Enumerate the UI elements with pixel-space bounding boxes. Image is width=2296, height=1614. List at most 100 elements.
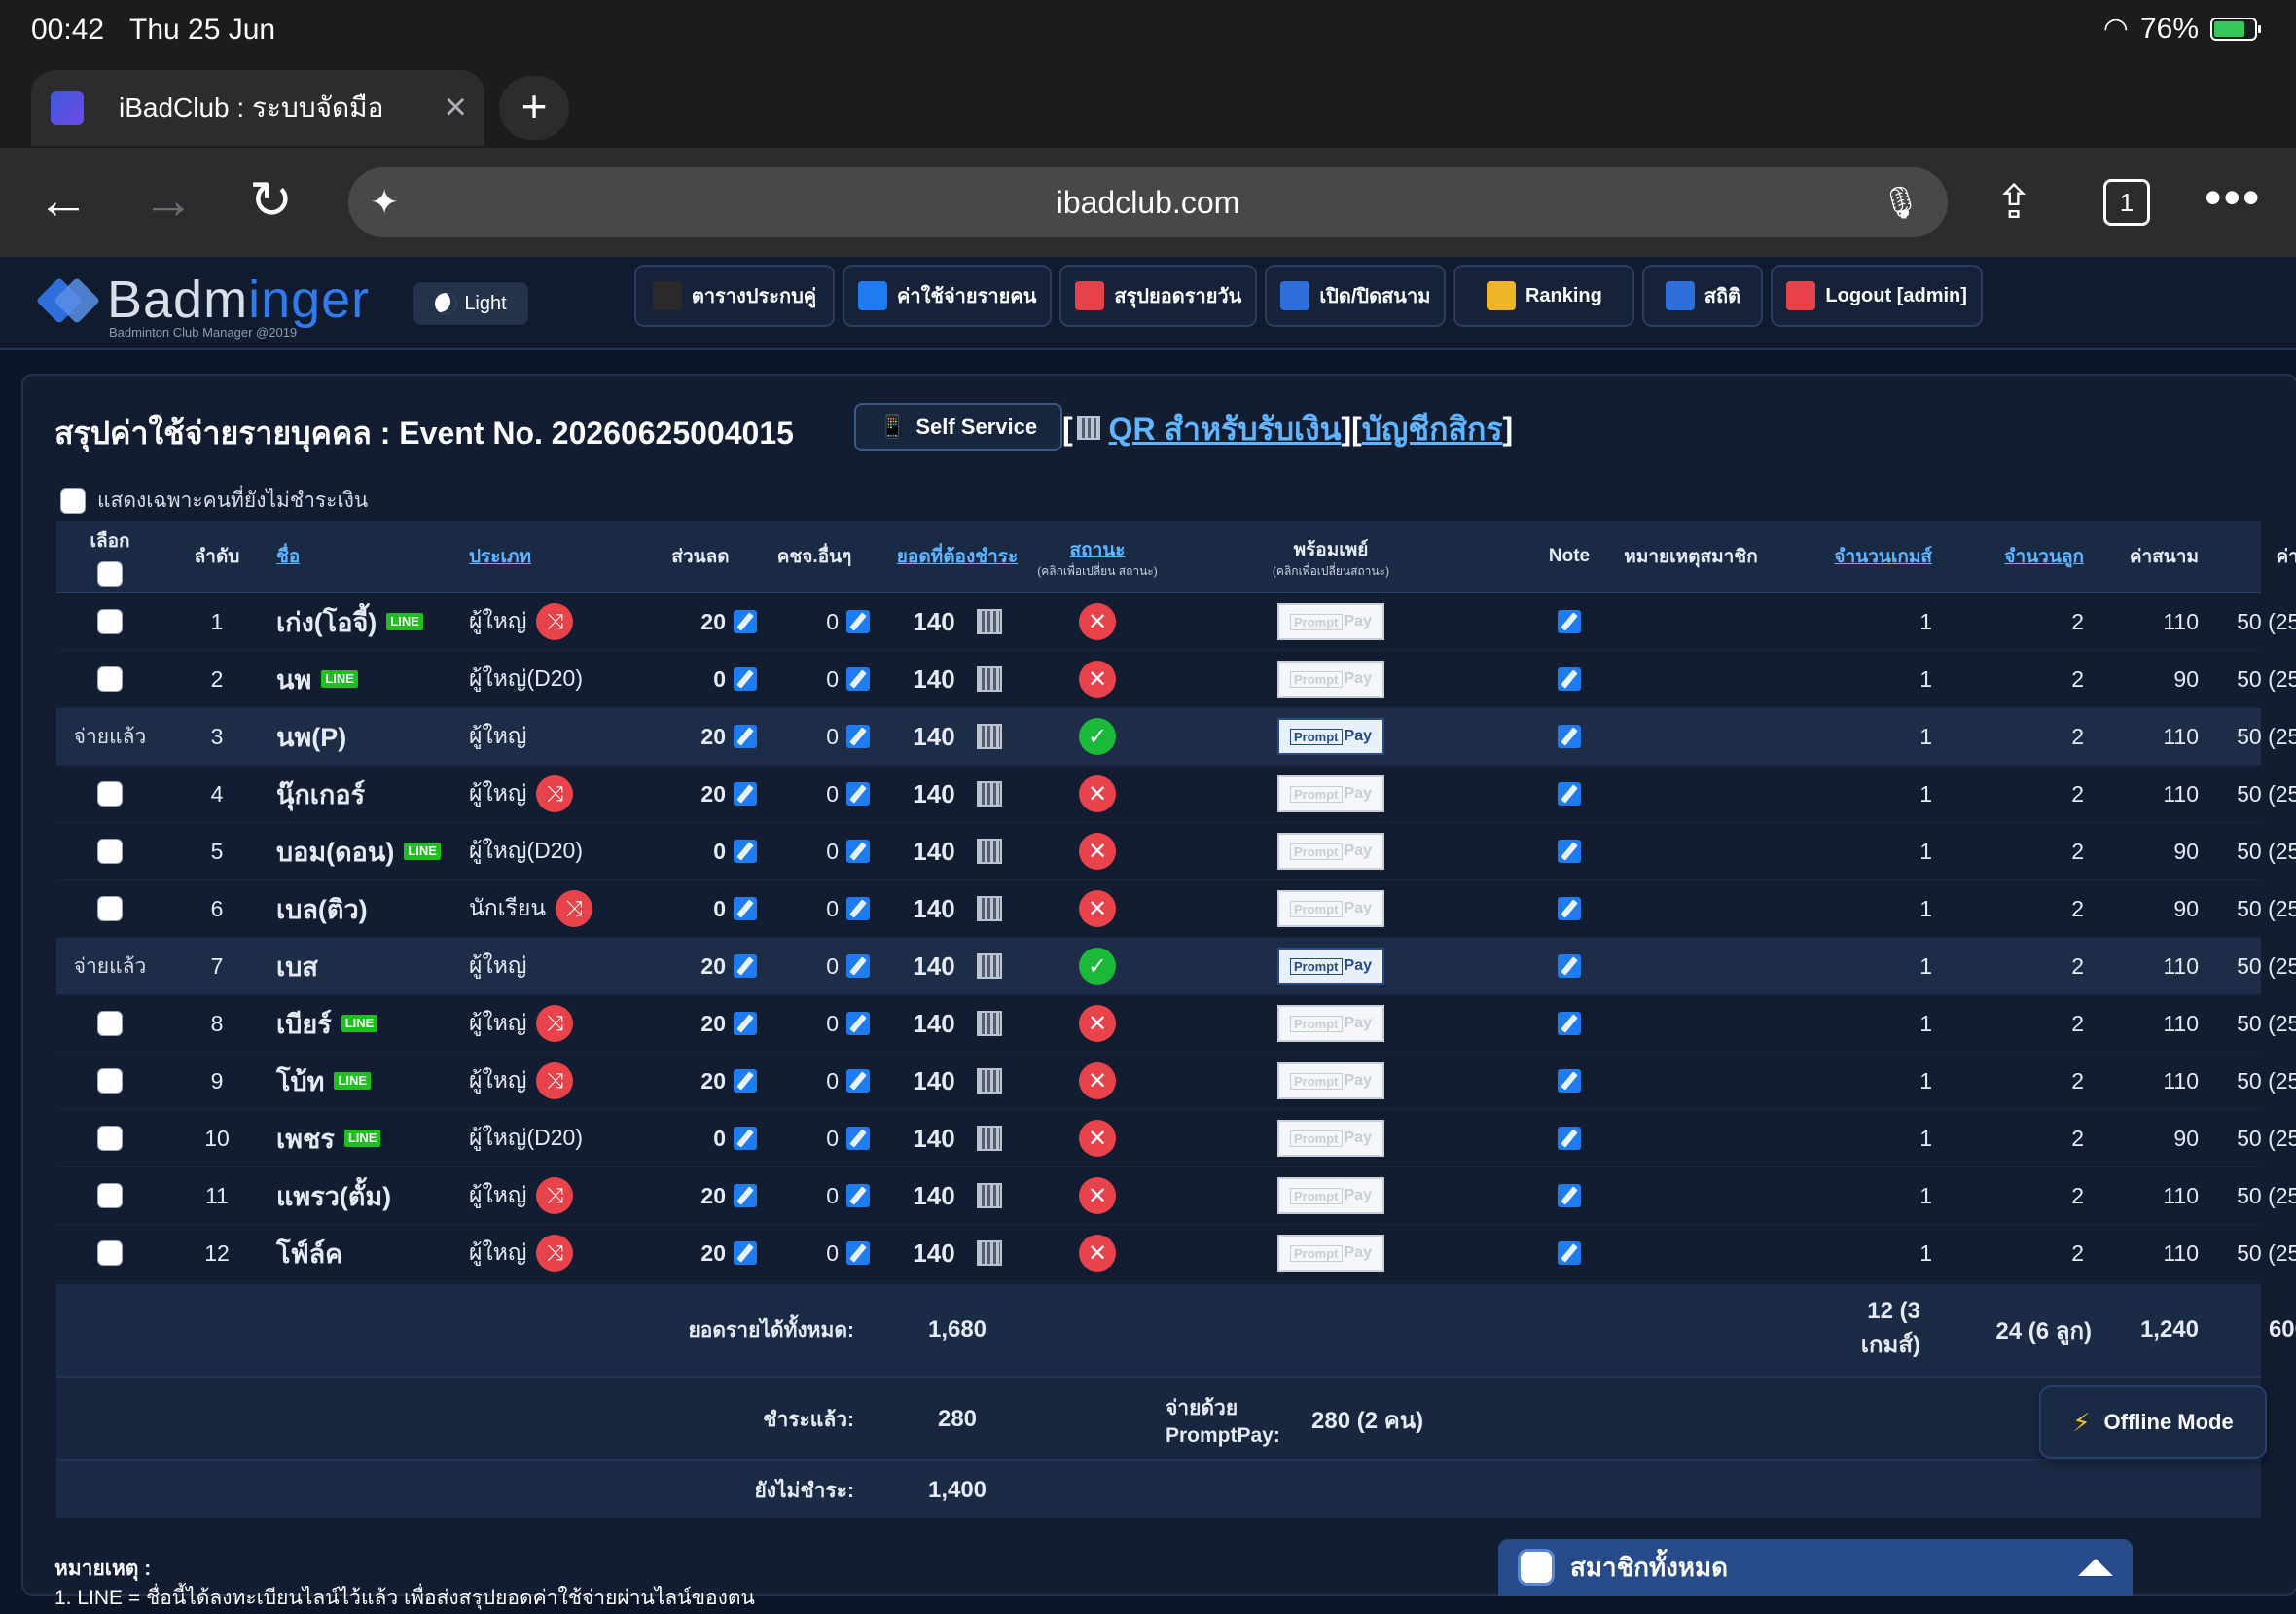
shuffle-icon[interactable]: ⤨ [536,1235,574,1272]
edit-discount-icon[interactable] [734,954,757,978]
cross-icon[interactable]: ✕ [1079,1235,1116,1272]
qr-code-icon[interactable] [976,781,1002,807]
player-name[interactable]: โบ้ท LINE [276,1053,461,1109]
row-select[interactable] [56,995,163,1052]
edit-note-icon[interactable] [1558,1012,1581,1035]
player-name[interactable]: นพ(P) [276,708,461,765]
player-name[interactable]: เพชร LINE [276,1110,461,1166]
unpaid-filter[interactable]: แสดงเฉพาะคนที่ยังไม่ชำระเงิน [60,484,368,517]
header-type[interactable]: ประเภท [469,521,644,592]
shuffle-icon[interactable]: ⤨ [536,603,574,640]
forward-arrow-icon[interactable]: → [142,169,195,232]
check-icon[interactable]: ✓ [1079,718,1116,755]
nav-item-5[interactable]: สถิติ [1642,265,1764,327]
row-checkbox[interactable] [97,1011,123,1036]
qr-code-icon[interactable] [976,839,1002,864]
promptpay-button[interactable]: Prompt Pay [1277,1177,1384,1214]
qr-code-icon[interactable] [976,666,1002,692]
edit-discount-icon[interactable] [734,1241,757,1265]
row-select[interactable] [56,823,163,879]
cross-icon[interactable]: ✕ [1079,603,1116,640]
edit-note-icon[interactable] [1558,1127,1581,1150]
nav-item-0[interactable]: ตารางประกบคู่ [634,265,835,327]
shuffle-icon[interactable]: ⤨ [536,1177,574,1214]
edit-other-icon[interactable] [846,610,870,633]
promptpay-button[interactable]: Prompt Pay [1277,603,1384,640]
row-checkbox[interactable] [97,1126,123,1151]
cross-icon[interactable]: ✕ [1079,1177,1116,1214]
reload-icon[interactable]: ↻ [249,169,293,232]
row-checkbox[interactable] [97,1240,123,1266]
row-checkbox[interactable] [97,1068,123,1094]
edit-note-icon[interactable] [1558,725,1581,748]
nav-item-2[interactable]: สรุปยอดรายวัน [1059,265,1258,327]
new-tab-button[interactable]: + [499,76,569,140]
qr-payment-link[interactable]: QR สำหรับรับเงิน [1109,412,1342,447]
row-select[interactable] [56,651,163,707]
theme-toggle-button[interactable]: Light [413,282,528,325]
microphone-icon[interactable]: 🎙 [1881,167,1920,237]
check-icon[interactable]: ✓ [1079,948,1116,985]
tab-count-button[interactable]: 1 [2103,179,2150,226]
cross-icon[interactable]: ✕ [1079,1062,1116,1099]
edit-discount-icon[interactable] [734,1069,757,1093]
edit-note-icon[interactable] [1558,1069,1581,1093]
edit-discount-icon[interactable] [734,897,757,920]
offline-mode-button[interactable]: ⚡ Offline Mode [2039,1385,2267,1459]
qr-code-icon[interactable] [976,609,1002,634]
share-icon[interactable]: ⇪ [1994,175,2033,230]
player-name[interactable]: เบล(ติว) [276,880,461,937]
promptpay-button[interactable]: Prompt Pay [1277,775,1384,812]
edit-note-icon[interactable] [1558,1241,1581,1265]
header-games[interactable]: จำนวนเกมส์ [1775,521,1940,592]
edit-note-icon[interactable] [1558,897,1581,920]
edit-note-icon[interactable] [1558,840,1581,863]
select-all-checkbox[interactable] [97,561,123,587]
nav-item-4[interactable]: Ranking [1453,265,1635,327]
sparkle-icon[interactable]: ✦ [370,167,399,237]
qr-code-icon[interactable] [976,953,1002,979]
app-logo[interactable]: Badminger Badminton Club Manager @2019 [35,272,370,340]
cross-icon[interactable]: ✕ [1079,775,1116,812]
player-name[interactable]: เก่ง(โอจี้) LINE [276,593,461,650]
edit-other-icon[interactable] [846,1012,870,1035]
qr-code-icon[interactable] [976,1183,1002,1208]
close-tab-icon[interactable]: × [445,88,467,126]
qr-code-icon[interactable] [976,1011,1002,1036]
edit-note-icon[interactable] [1558,782,1581,806]
edit-note-icon[interactable] [1558,954,1581,978]
promptpay-button[interactable]: Prompt Pay [1277,1235,1384,1272]
promptpay-button[interactable]: Prompt Pay [1277,948,1384,985]
shuffle-icon[interactable]: ⤨ [536,775,574,812]
row-checkbox[interactable] [97,666,123,692]
cross-icon[interactable]: ✕ [1079,1005,1116,1042]
edit-discount-icon[interactable] [734,1127,757,1150]
row-checkbox[interactable] [97,609,123,634]
shuffle-icon[interactable]: ⤨ [536,1062,574,1099]
edit-other-icon[interactable] [846,840,870,863]
promptpay-button[interactable]: Prompt Pay [1277,1120,1384,1157]
header-shuttles[interactable]: จำนวนลูก [1940,521,2092,592]
promptpay-button[interactable]: Prompt Pay [1277,1005,1384,1042]
promptpay-button[interactable]: Prompt Pay [1277,890,1384,927]
address-bar[interactable]: ✦ ibadclub.com 🎙 [348,167,1948,237]
more-icon[interactable]: ••• [2205,169,2262,226]
header-status[interactable]: สถานะ (คลิกเพื่อเปลี่ยน สถานะ) [1020,521,1175,592]
header-name[interactable]: ชื่อ [276,521,461,592]
edit-other-icon[interactable] [846,1184,870,1207]
edit-discount-icon[interactable] [734,725,757,748]
promptpay-button[interactable]: Prompt Pay [1277,718,1384,755]
cross-icon[interactable]: ✕ [1079,1120,1116,1157]
edit-other-icon[interactable] [846,1127,870,1150]
row-select[interactable] [56,593,163,650]
cross-icon[interactable]: ✕ [1079,890,1116,927]
qr-code-icon[interactable] [976,896,1002,921]
edit-discount-icon[interactable] [734,610,757,633]
cross-icon[interactable]: ✕ [1079,661,1116,698]
edit-note-icon[interactable] [1558,610,1581,633]
bank-account-link[interactable]: บัญชีกสิกร [1362,412,1503,447]
browser-tab[interactable]: iBadClub : ระบบจัดมือ × [31,70,484,146]
row-checkbox[interactable] [97,896,123,921]
header-due[interactable]: ยอดที่ต้องชำระ [870,521,1045,592]
qr-code-icon[interactable] [976,1126,1002,1151]
